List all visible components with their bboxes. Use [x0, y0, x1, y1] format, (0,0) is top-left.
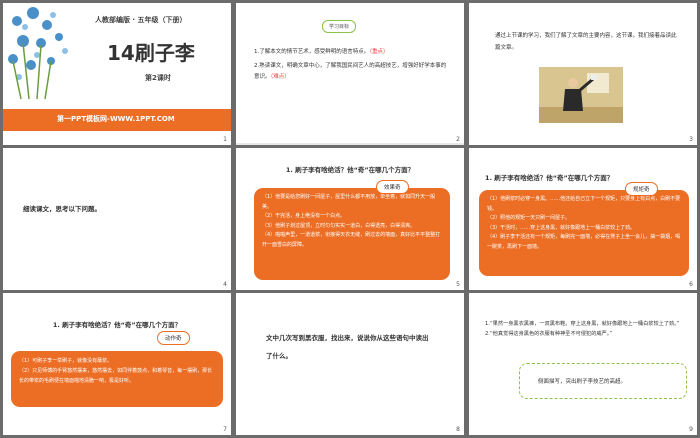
quote-item: 1.“果然一身黑衣黑裤，一双黑布鞋。穿上这身黑，就好像跟地上一桶白浆较上了劲。” — [485, 321, 680, 327]
slide-thumbnail-8[interactable]: 文中几次写到黑衣服，找出来，说说你从这些语句中读出了什么。 8 — [236, 293, 464, 435]
slide-number: 9 — [689, 426, 693, 433]
slide-thumbnail-2[interactable]: 学习目标 1.了解本文的情节艺术，感受鲜明的语言特点。（重点） 2.熟读课文，明… — [236, 3, 464, 145]
publisher-label: 人教部编版 · 五年级（下册） — [95, 16, 187, 24]
slide-number: 4 — [223, 281, 227, 288]
answer-box: （1）可刷子李一举刷子，就像没有蘸浆。 （2）只见师傅的手臂悠然摆来，悠然摆去，… — [11, 351, 223, 407]
slide-number: 8 — [456, 426, 460, 433]
slide-thumbnail-9[interactable]: 1.“果然一身黑衣黑裤，一双黑布鞋。穿上这身黑，就好像跟地上一桶白浆较上了劲。”… — [469, 293, 697, 435]
question-title: 1. 刷子李有啥绝活？他“奇”在哪几个方面？ — [52, 321, 182, 329]
question-title: 1. 刷子李有啥绝活？他“奇”在哪几个方面？ — [285, 166, 415, 174]
slide-thumbnail-5[interactable]: 1. 刷子李有啥绝活？他“奇”在哪几个方面？ 效果奇 （1）他要是给您刷好一间屋… — [236, 148, 464, 290]
slide-thumbnail-6[interactable]: 1. 刷子李有啥绝活？他“奇”在哪几个方面？ 规矩奇 （1）他刷浆时必穿一身黑。… — [469, 148, 697, 290]
footer-line — [236, 143, 464, 145]
quote-item: 2.“他真觉得这身黑色的衣服有种神圣不可侵犯的威严。” — [485, 331, 613, 337]
slide-number: 2 — [456, 136, 460, 143]
question-title: 1. 刷子李有啥绝活？他“奇”在哪几个方面？ — [485, 174, 614, 182]
slide-number: 6 — [689, 281, 693, 288]
slide-text: 细读课文，思考以下问题。 — [23, 205, 101, 213]
answer-line: （2）干完活，身上绝没有一个白点。 — [262, 213, 346, 219]
answer-callout: 侧面描写，突出刷子李技艺的高超。 — [519, 363, 687, 399]
slide-number: 3 — [689, 136, 693, 143]
slide-thumbnail-1[interactable]: 人教部编版 · 五年级（下册） 14刷子李 第2课时 第一PPT模板网-WWW.… — [3, 3, 231, 145]
category-tag: 效果奇 — [376, 180, 409, 194]
answer-line: （4）啪啪声里，一道道浆，衔接得天衣无缝，刷过去的墙面，真好比平平整整打开一面雪… — [262, 232, 441, 248]
quote-list: 1.“果然一身黑衣黑裤，一双黑布鞋。穿上这身黑，就好像跟地上一桶白浆较上了劲。”… — [485, 319, 685, 339]
answer-line: （1）他刷浆时必穿一身黑。……他还给自己立下一个规矩，只要身上有白点，白刷不要钱… — [487, 196, 681, 212]
answer-line: （3）干活时，……穿上这身黑，就好像跟地上一桶白浆较上了劲。 — [487, 224, 636, 231]
goal-mark: （重点） — [369, 49, 389, 55]
answer-line: （3）他刷子划过屋顶，立时匀匀实实一道白，白得透亮，白得清爽。 — [262, 222, 416, 229]
slide-number: 7 — [223, 426, 227, 433]
slide-number: 5 — [456, 281, 460, 288]
answer-box: （1）他刷浆时必穿一身黑。……他还给自己立下一个规矩，只要身上有白点，白刷不要钱… — [479, 190, 689, 276]
slide-text: 文中几次写到黑衣服，找出来，说说你从这些语句中读出了什么。 — [266, 334, 429, 360]
goal-item-2: 2.熟读课文，明确文章中心，了解我国民间艺人的高超技艺，增强好好学本事的意识。（… — [254, 61, 450, 83]
painter-illustration — [539, 67, 623, 123]
slide-number: 1 — [223, 136, 227, 143]
slide-text: 通过上节课的学习，我们了解了文章的主要内容，这节课，我们接着品读此篇文章。 — [495, 33, 677, 51]
goal-text: 1.了解本文的情节艺术，感受鲜明的语言特点。 — [254, 49, 370, 55]
category-tag: 动作奇 — [157, 331, 190, 345]
answer-line: （1）他要是给您刷好一间屋子，屋里什么都不用放，单坐着，就如同升天一般美。 — [262, 194, 436, 210]
answer-line: （2）只见师傅的手臂悠然摆来，悠然摆去，如同伴着鼓点，和着琴音，每一摆刷，那长长… — [19, 368, 213, 384]
footer-band-text: 第一PPT模板网-WWW.1PPT.COM — [57, 115, 175, 123]
goal-tag: 学习目标 — [322, 20, 357, 33]
slide-thumbnail-7[interactable]: 1. 刷子李有啥绝活？他“奇”在哪几个方面？ 动作奇 （1）可刷子李一举刷子，就… — [3, 293, 231, 435]
category-tag: 规矩奇 — [625, 182, 658, 196]
goal-mark: （难点） — [270, 74, 290, 80]
answer-text: 侧面描写，突出刷子李技艺的高超。 — [538, 379, 627, 385]
flowers-illustration — [8, 7, 68, 100]
slide-title: 14刷子李 — [107, 41, 195, 65]
answer-line: （1）可刷子李一举刷子，就像没有蘸浆。 — [19, 358, 113, 364]
slide-thumbnail-3[interactable]: 通过上节课的学习，我们了解了文章的主要内容，这节课，我们接着品读此篇文章。 3 — [469, 3, 697, 145]
answer-box: （1）他要是给您刷好一间屋子，屋里什么都不用放，单坐着，就如同升天一般美。 （2… — [254, 188, 450, 280]
answer-line: （2）照他的规矩一天只刷一间屋子。 — [487, 215, 571, 221]
footer-band: 第一PPT模板网-WWW.1PPT.COM — [3, 109, 231, 131]
slide-thumbnail-4[interactable]: 细读课文，思考以下问题。 4 — [3, 148, 231, 290]
answer-line: （4）刷子李干活还有一个规矩，每刷完一面墙，必得在凳子上坐一会儿，抽一袋烟，喝一… — [487, 234, 681, 250]
goal-item-1: 1.了解本文的情节艺术，感受鲜明的语言特点。（重点） — [254, 47, 450, 58]
lesson-label: 第2课时 — [145, 74, 171, 82]
